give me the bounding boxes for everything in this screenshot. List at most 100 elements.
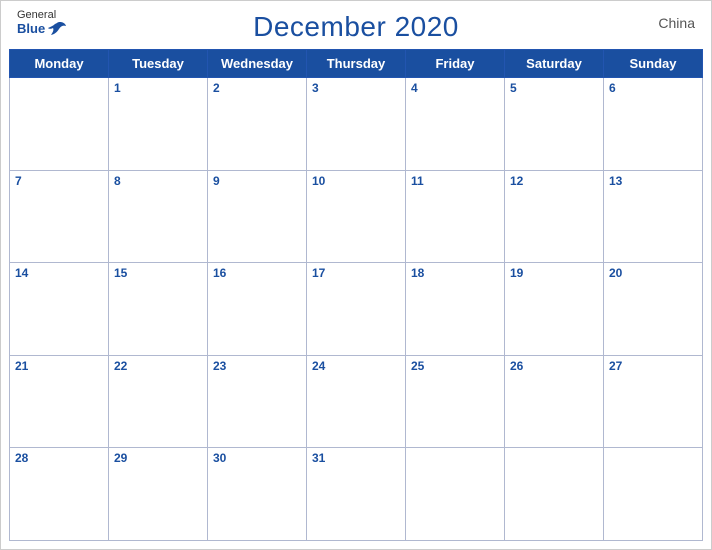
day-number: 29	[114, 451, 127, 465]
day-content	[15, 280, 103, 335]
day-number: 17	[312, 266, 325, 280]
day-number: 2	[213, 81, 220, 95]
weekday-header-monday: Monday	[10, 50, 109, 78]
calendar-cell: 4	[406, 78, 505, 171]
day-content	[411, 188, 499, 243]
calendar-cell: 8	[109, 170, 208, 263]
calendar-thead: MondayTuesdayWednesdayThursdayFridaySatu…	[10, 50, 703, 78]
weekday-header-thursday: Thursday	[307, 50, 406, 78]
calendar-cell: 27	[604, 355, 703, 448]
day-content	[213, 465, 301, 520]
day-number: 28	[15, 451, 28, 465]
day-content	[114, 280, 202, 335]
calendar-cell	[406, 448, 505, 541]
calendar-cell: 14	[10, 263, 109, 356]
calendar-cell	[10, 78, 109, 171]
day-content	[114, 188, 202, 243]
day-content	[114, 95, 202, 150]
calendar-cell: 25	[406, 355, 505, 448]
day-content	[312, 465, 400, 520]
week-row-2: 14 15 16 17 18 19 20	[10, 263, 703, 356]
weekday-header-friday: Friday	[406, 50, 505, 78]
day-content	[312, 95, 400, 150]
calendar-cell: 23	[208, 355, 307, 448]
calendar-cell: 5	[505, 78, 604, 171]
calendar-cell: 24	[307, 355, 406, 448]
calendar-cell: 19	[505, 263, 604, 356]
day-content	[213, 188, 301, 243]
day-number: 14	[15, 266, 28, 280]
day-number: 27	[609, 359, 622, 373]
calendar-cell: 18	[406, 263, 505, 356]
calendar-header: General Blue December 2020 China	[1, 1, 711, 49]
day-content	[15, 465, 103, 520]
week-row-0: 12 3 4 5 6	[10, 78, 703, 171]
day-content	[312, 373, 400, 428]
day-content	[510, 373, 598, 428]
day-content	[213, 95, 301, 150]
calendar-cell: 26	[505, 355, 604, 448]
weekday-header-tuesday: Tuesday	[109, 50, 208, 78]
day-content	[510, 188, 598, 243]
calendar-cell: 16	[208, 263, 307, 356]
calendar-table: MondayTuesdayWednesdayThursdayFridaySatu…	[9, 49, 703, 541]
calendar-cell: 29	[109, 448, 208, 541]
day-content	[411, 373, 499, 428]
day-content	[312, 280, 400, 335]
day-number: 25	[411, 359, 424, 373]
logo-bird-icon	[47, 21, 67, 37]
calendar-cell: 3	[307, 78, 406, 171]
calendar-cell: 21	[10, 355, 109, 448]
calendar-cell: 6	[604, 78, 703, 171]
calendar-cell	[505, 448, 604, 541]
day-number: 9	[213, 174, 220, 188]
calendar-cell: 1	[109, 78, 208, 171]
day-number: 23	[213, 359, 226, 373]
calendar-cell: 11	[406, 170, 505, 263]
day-number: 30	[213, 451, 226, 465]
day-content	[510, 280, 598, 335]
calendar-tbody: 1234567891011121314151617181920212223242…	[10, 78, 703, 541]
calendar-cell: 20	[604, 263, 703, 356]
day-number: 12	[510, 174, 523, 188]
calendar-cell: 7	[10, 170, 109, 263]
day-number: 15	[114, 266, 127, 280]
day-content	[15, 188, 103, 243]
weekday-header-wednesday: Wednesday	[208, 50, 307, 78]
weekday-header-sunday: Sunday	[604, 50, 703, 78]
day-number: 26	[510, 359, 523, 373]
logo-area: General Blue	[17, 9, 67, 37]
month-title: December 2020	[253, 11, 459, 43]
calendar-cell: 28	[10, 448, 109, 541]
day-number: 5	[510, 81, 517, 95]
day-number: 19	[510, 266, 523, 280]
day-number: 3	[312, 81, 319, 95]
day-number: 11	[411, 174, 424, 188]
day-number: 24	[312, 359, 325, 373]
calendar-cell: 13	[604, 170, 703, 263]
calendar-cell: 9	[208, 170, 307, 263]
day-content	[213, 373, 301, 428]
calendar-cell	[604, 448, 703, 541]
day-content	[609, 373, 697, 428]
day-number: 6	[609, 81, 616, 95]
day-number: 7	[15, 174, 22, 188]
weekday-header-row: MondayTuesdayWednesdayThursdayFridaySatu…	[10, 50, 703, 78]
calendar-cell: 12	[505, 170, 604, 263]
week-row-1: 78910111213	[10, 170, 703, 263]
day-content	[411, 95, 499, 150]
logo-blue-text: Blue	[17, 22, 45, 36]
day-number: 31	[312, 451, 325, 465]
calendar-cell: 15	[109, 263, 208, 356]
day-number: 4	[411, 81, 418, 95]
day-number: 21	[15, 359, 28, 373]
day-content	[114, 373, 202, 428]
calendar-cell: 31	[307, 448, 406, 541]
day-number: 13	[609, 174, 622, 188]
day-number: 8	[114, 174, 121, 188]
calendar-table-wrapper: MondayTuesdayWednesdayThursdayFridaySatu…	[1, 49, 711, 549]
calendar-cell: 30	[208, 448, 307, 541]
day-number: 22	[114, 359, 127, 373]
day-number: 18	[411, 266, 424, 280]
logo-general-text: General	[17, 9, 67, 21]
